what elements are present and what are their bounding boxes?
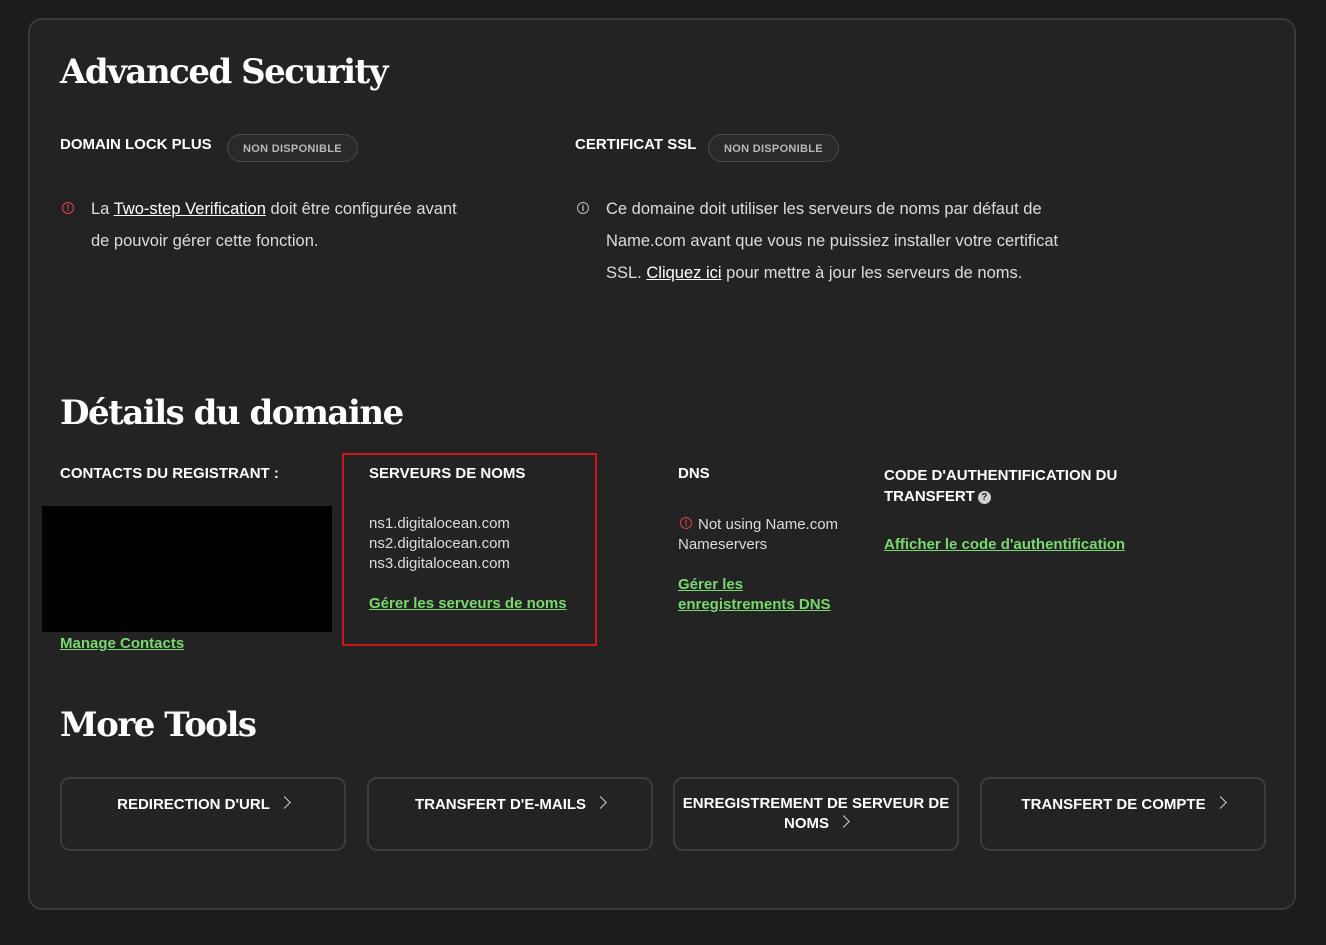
chevron-right-icon [277, 796, 291, 809]
dns-status: Not using Name.com Nameservers [678, 515, 868, 555]
manage-nameservers-link[interactable]: Gérer les serveurs de noms [369, 594, 567, 614]
nameserver-item: ns1.digitalocean.com [369, 515, 510, 532]
auth-code-label-line1: CODE D'AUTHENTIFICATION DU [884, 467, 1118, 484]
transfer-auth-code-label: CODE D'AUTHENTIFICATION DU TRANSFERT? [884, 465, 1117, 507]
auth-code-label-line2: TRANSFERT [884, 488, 975, 505]
info-icon: i [577, 202, 589, 214]
nameserver-item: ns2.digitalocean.com [369, 535, 510, 552]
ssl-section: CERTIFICAT SSL NON DISPONIBLE [575, 134, 1055, 176]
chevron-right-icon [594, 796, 607, 809]
manage-contacts-link[interactable]: Manage Contacts [60, 634, 184, 654]
more-tools-title: More Tools [60, 705, 257, 745]
tool-label: TRANSFERT D'E-MAILS [414, 796, 587, 813]
registrant-contacts-label: CONTACTS DU REGISTRANT : [60, 465, 279, 482]
ssl-message: Ce domaine doit utiliser les serveurs de… [606, 193, 1061, 289]
tool-label: REDIRECTION D'URL [117, 796, 270, 813]
tool-label: TRANSFERT DE COMPTE [1021, 796, 1206, 813]
two-step-verification-link[interactable]: Two-step Verification [114, 200, 266, 218]
ssl-message-post: pour mettre à jour les serveurs de noms. [721, 264, 1023, 282]
dns-status-line1: Not using Name.com [698, 516, 839, 533]
domain-lock-message-pre: La [91, 200, 114, 218]
account-transfer-button[interactable]: TRANSFERT DE COMPTE [980, 777, 1266, 851]
redacted-contact-block [42, 506, 332, 632]
chevron-right-icon [1213, 796, 1227, 809]
warning-icon: ! [62, 202, 74, 214]
nameservers-label: SERVEURS DE NOMS [369, 465, 526, 482]
help-icon[interactable]: ? [977, 491, 991, 504]
nameserver-item: ns3.digitalocean.com [369, 555, 510, 572]
domain-settings-panel: Advanced Security DOMAIN LOCK PLUS NON D… [28, 18, 1296, 910]
ssl-status-badge: NON DISPONIBLE [708, 134, 839, 162]
manage-dns-records-link[interactable]: Gérer les enregistrements DNS [678, 575, 831, 615]
manage-dns-link-line2[interactable]: enregistrements DNS [678, 595, 831, 615]
domain-lock-status-badge: NON DISPONIBLE [227, 134, 358, 162]
nameserver-list: ns1.digitalocean.com ns2.digitalocean.co… [369, 514, 510, 574]
nameserver-registration-button[interactable]: ENREGISTREMENT DE SERVEUR DE NOMS [673, 777, 959, 851]
advanced-security-title: Advanced Security [60, 52, 389, 92]
tool-label: ENREGISTREMENT DE SERVEUR DE [682, 795, 950, 812]
dns-label: DNS [678, 465, 710, 482]
dns-status-line2: Nameservers [678, 536, 768, 553]
tool-label-line2: NOMS [784, 815, 829, 832]
domain-lock-label: DOMAIN LOCK PLUS [60, 136, 212, 153]
url-redirect-button[interactable]: REDIRECTION D'URL [60, 777, 346, 851]
manage-dns-link-line1[interactable]: Gérer les [678, 575, 831, 595]
ssl-label: CERTIFICAT SSL [575, 136, 697, 153]
domain-lock-section: DOMAIN LOCK PLUS NON DISPONIBLE [60, 134, 540, 176]
domain-details-title: Détails du domaine [60, 393, 404, 433]
email-forwarding-button[interactable]: TRANSFERT D'E-MAILS [367, 777, 653, 851]
update-nameservers-link[interactable]: Cliquez ici [646, 264, 721, 282]
chevron-right-icon [837, 815, 850, 828]
domain-lock-message: La Two-step Verification doit être confi… [91, 193, 471, 257]
show-auth-code-link[interactable]: Afficher le code d'authentification [884, 535, 1125, 555]
